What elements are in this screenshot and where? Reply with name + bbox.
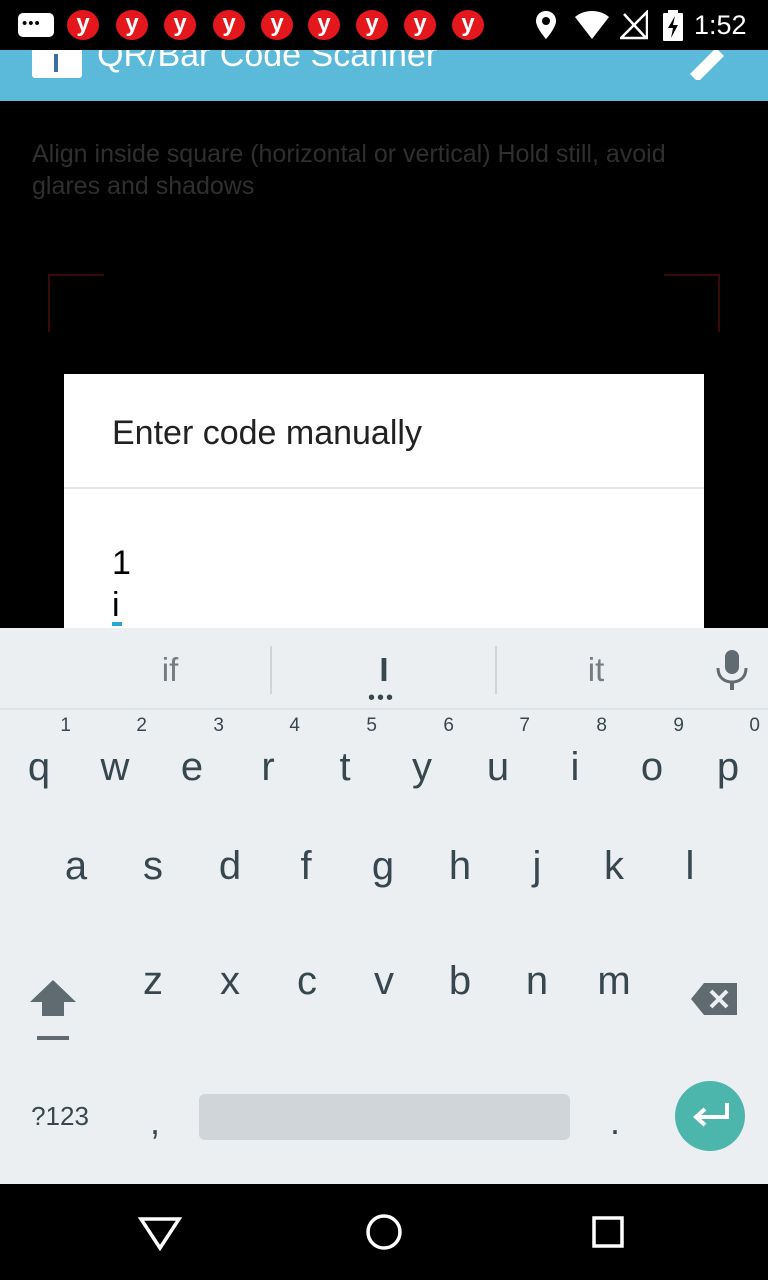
- dialog-title: Enter code manually: [112, 414, 422, 452]
- space-bar[interactable]: [199, 1094, 570, 1140]
- notification-icon: y: [67, 10, 99, 40]
- wifi-icon: [575, 11, 609, 39]
- edit-icon[interactable]: [686, 50, 730, 80]
- location-icon: [536, 11, 556, 39]
- key-h[interactable]: h: [422, 846, 498, 926]
- code-input[interactable]: 1 i: [112, 542, 672, 626]
- notification-icon: y: [404, 10, 436, 40]
- key-t[interactable]: 5t: [307, 715, 383, 821]
- scan-frame-corner: [664, 274, 720, 332]
- key-p[interactable]: 0p: [690, 715, 766, 821]
- backspace-icon[interactable]: [690, 981, 740, 1017]
- key-b[interactable]: b: [422, 961, 498, 1041]
- mic-icon[interactable]: [712, 648, 752, 692]
- key-o[interactable]: 9o: [614, 715, 690, 821]
- enter-button[interactable]: [675, 1081, 745, 1151]
- shift-icon[interactable]: [28, 978, 78, 1042]
- key-y[interactable]: 6y: [384, 715, 460, 821]
- key-k[interactable]: k: [576, 846, 652, 926]
- notification-icon: y: [164, 10, 196, 40]
- key-z[interactable]: z: [115, 961, 191, 1041]
- dialog-divider: [64, 487, 704, 489]
- notification-icon: y: [452, 10, 484, 40]
- suggestion-divider: [270, 646, 272, 694]
- key-e[interactable]: 3e: [154, 715, 230, 821]
- key-u[interactable]: 7u: [460, 715, 536, 821]
- key-r[interactable]: 4r: [230, 715, 306, 821]
- chat-icon: [18, 13, 54, 37]
- key-l[interactable]: l: [652, 846, 728, 926]
- key-s[interactable]: s: [115, 846, 191, 926]
- back-icon[interactable]: [138, 1204, 182, 1260]
- period-key[interactable]: .: [592, 1104, 638, 1140]
- app-title: QR/Bar Code Scanner: [97, 50, 438, 74]
- battery-charging-icon: [663, 10, 683, 41]
- notification-icon: y: [261, 10, 293, 40]
- more-suggestions-icon: •••: [368, 687, 396, 709]
- key-i[interactable]: 8i: [537, 715, 613, 821]
- key-x[interactable]: x: [192, 961, 268, 1041]
- recents-icon[interactable]: [590, 1204, 626, 1260]
- scanner-hint: Align inside square (horizontal or verti…: [32, 140, 666, 200]
- key-n[interactable]: n: [499, 961, 575, 1041]
- notification-icon: y: [116, 10, 148, 40]
- keyboard: if I ••• it 1q 2w 3e 4r 5t 6y 7u 8i 9o 0…: [0, 628, 768, 1184]
- app-bar: QR/Bar Code Scanner: [0, 50, 768, 101]
- notification-icon: y: [308, 10, 340, 40]
- key-g[interactable]: g: [345, 846, 421, 926]
- navigation-bar: [0, 1184, 768, 1280]
- key-a[interactable]: a: [38, 846, 114, 926]
- scan-frame-corner: [48, 274, 104, 332]
- key-j[interactable]: j: [499, 846, 575, 926]
- notification-icon: y: [356, 10, 388, 40]
- comma-key[interactable]: ,: [130, 1104, 180, 1140]
- clock: 1:52: [694, 10, 747, 40]
- composing-underline: [112, 622, 122, 626]
- home-icon[interactable]: [364, 1204, 404, 1260]
- key-q[interactable]: 1q: [1, 715, 77, 821]
- no-signal-icon: [620, 10, 648, 40]
- notification-icon: y: [213, 10, 245, 40]
- status-bar: y y y y y y y y y 1:52: [0, 0, 768, 50]
- suggestion-strip: if I ••• it: [0, 628, 768, 710]
- key-f[interactable]: f: [268, 846, 344, 926]
- key-m[interactable]: m: [576, 961, 652, 1041]
- symbols-key[interactable]: ?123: [18, 1098, 102, 1134]
- app-logo-icon: [32, 50, 82, 78]
- key-v[interactable]: v: [346, 961, 422, 1041]
- key-c[interactable]: c: [269, 961, 345, 1041]
- key-w[interactable]: 2w: [77, 715, 153, 821]
- key-d[interactable]: d: [192, 846, 268, 926]
- suggestion-1[interactable]: if: [70, 628, 270, 710]
- suggestion-3[interactable]: it: [496, 628, 696, 710]
- enter-icon: [692, 1103, 729, 1127]
- enter-code-dialog: Enter code manually 1 i: [64, 374, 704, 628]
